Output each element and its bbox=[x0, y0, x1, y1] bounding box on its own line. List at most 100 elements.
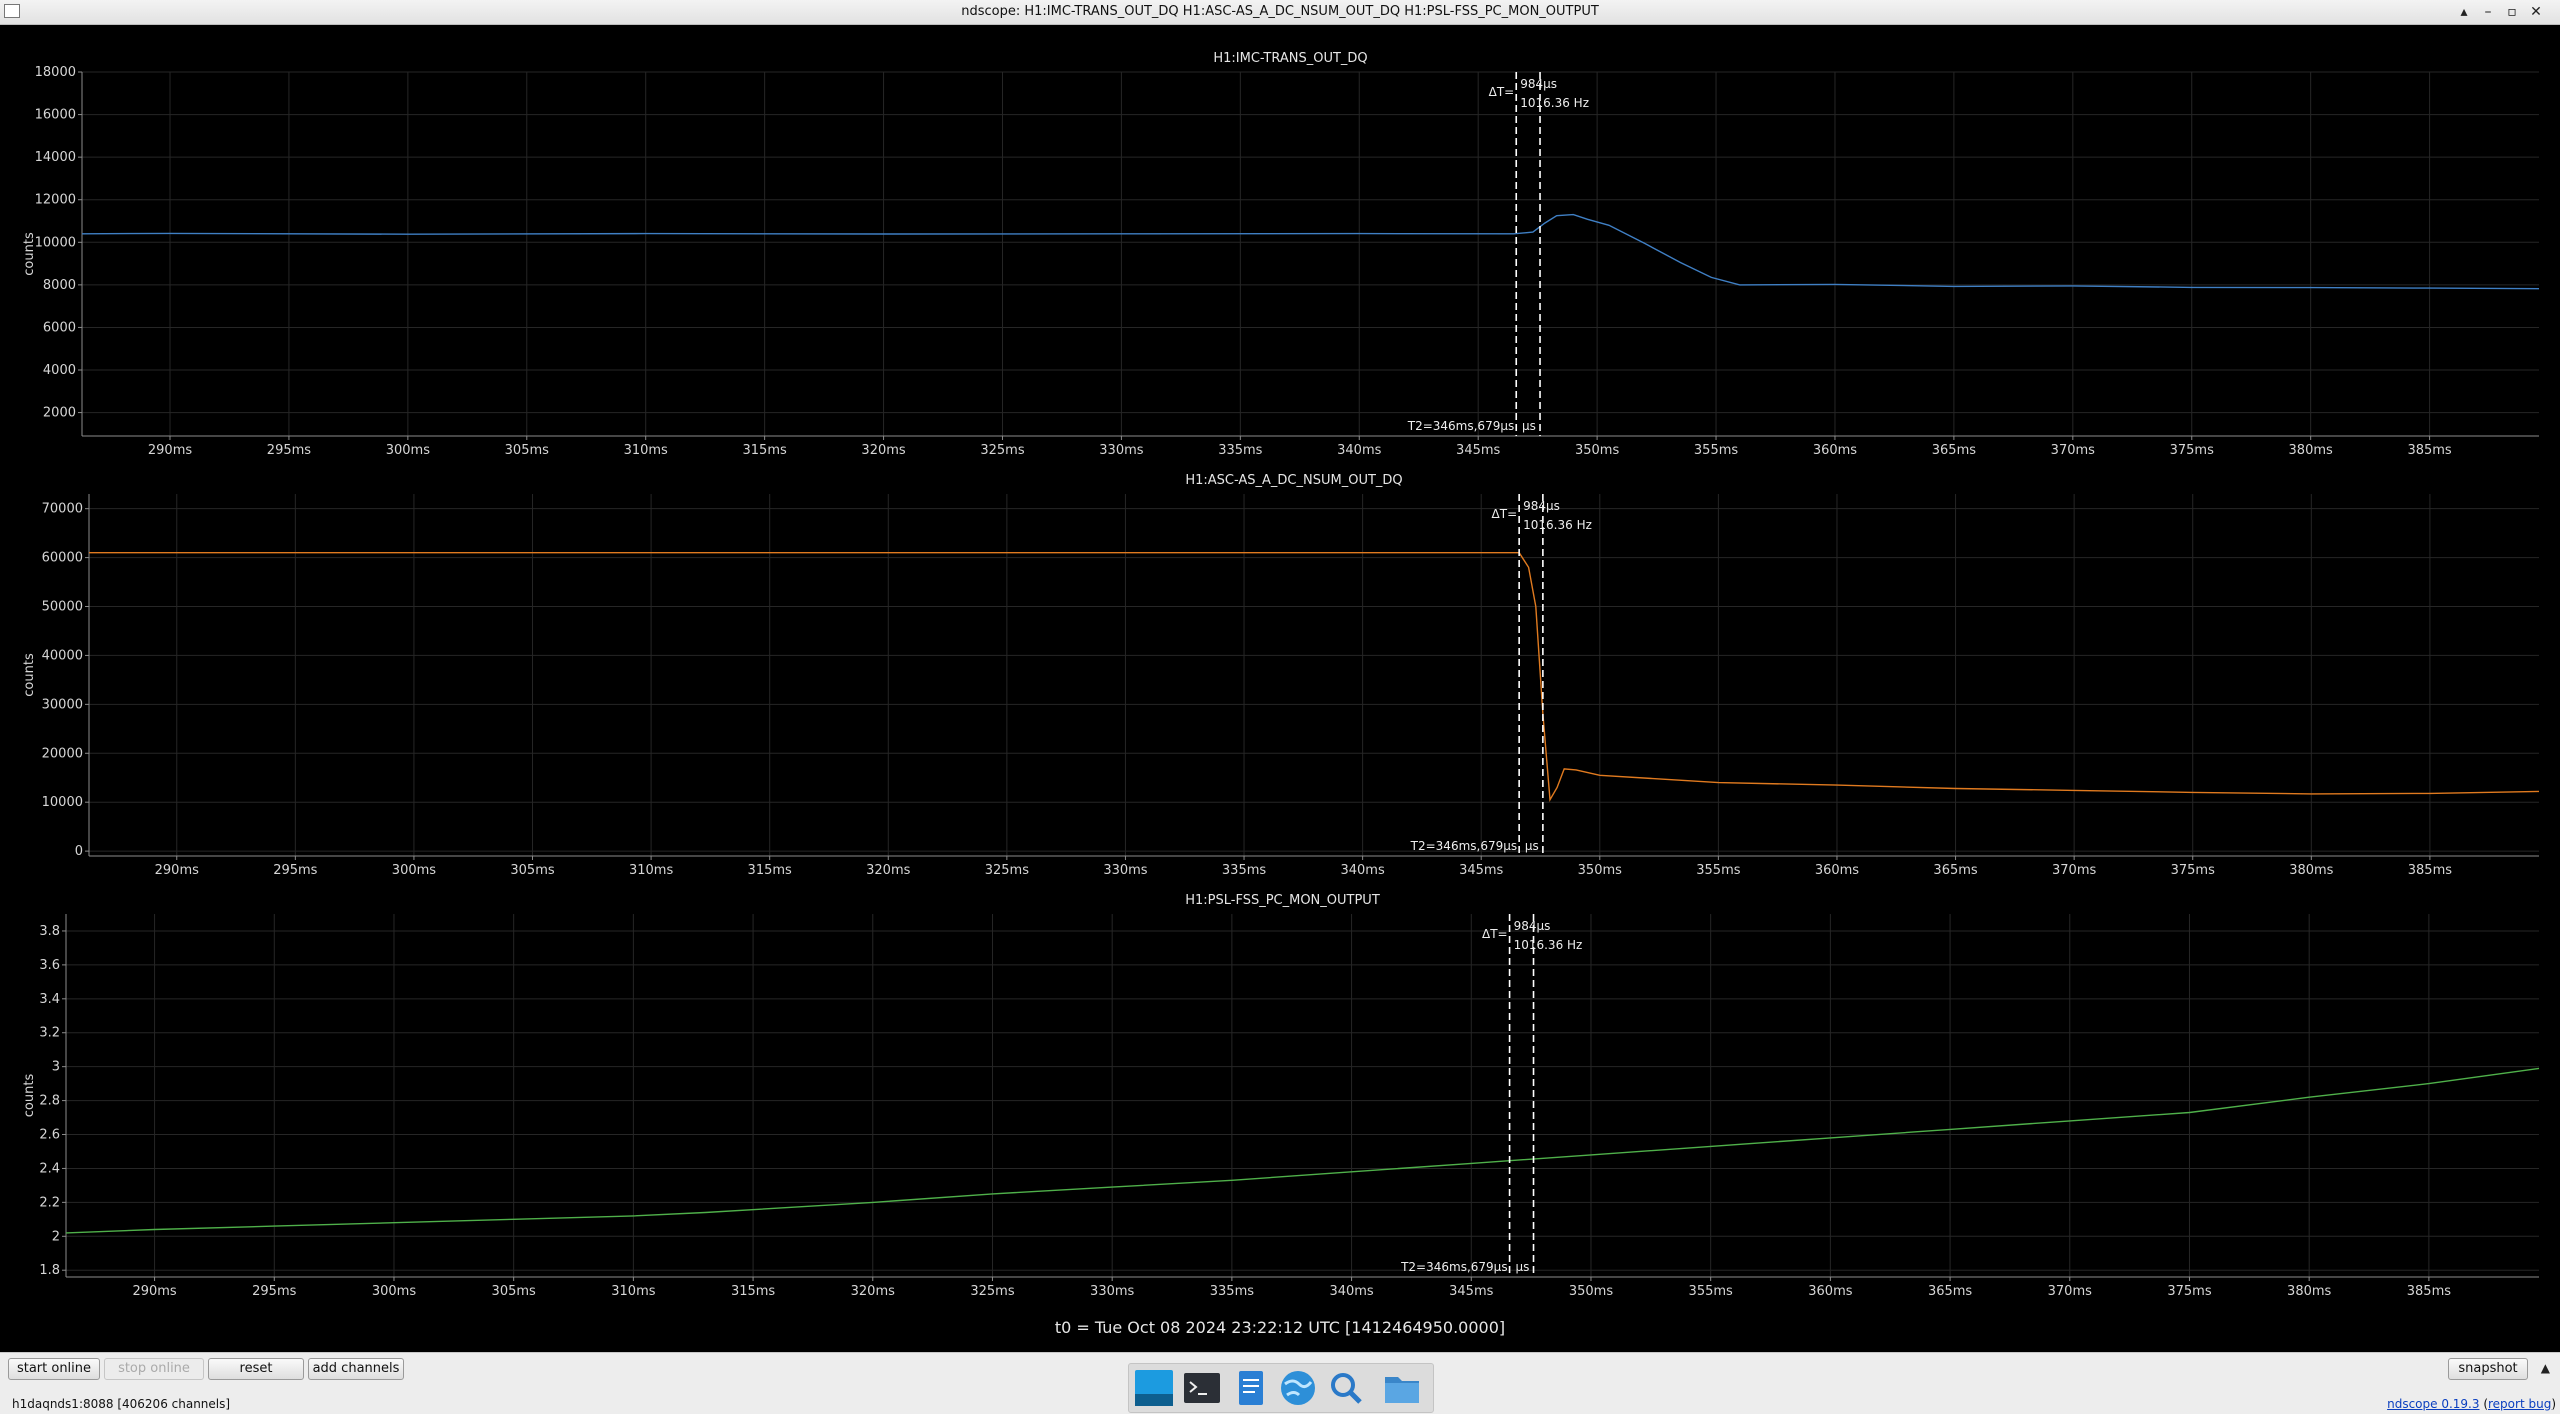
y-tick-label: 4000 bbox=[43, 363, 76, 378]
window-titlebar: ndscope: H1:IMC-TRANS_OUT_DQ H1:ASC-AS_A… bbox=[0, 0, 2560, 25]
x-tick-label: 350ms bbox=[1575, 443, 1619, 458]
stop-online-button[interactable]: stop online bbox=[104, 1358, 204, 1380]
x-tick-label: 300ms bbox=[392, 863, 436, 878]
desktop-icon[interactable] bbox=[1133, 1368, 1175, 1408]
x-tick-label: 295ms bbox=[252, 1284, 296, 1299]
t0-label: t0 = Tue Oct 08 2024 23:22:12 UTC [14124… bbox=[1054, 1318, 1506, 1337]
x-tick-label: 290ms bbox=[132, 1284, 176, 1299]
x-tick-label: 355ms bbox=[1696, 863, 1740, 878]
x-tick-label: 355ms bbox=[1689, 1284, 1733, 1299]
t2-label: T2=346ms,679μs bbox=[1400, 1260, 1507, 1274]
file-manager-icon[interactable] bbox=[1381, 1368, 1423, 1408]
x-tick-label: 345ms bbox=[1459, 863, 1503, 878]
x-tick-label: 360ms bbox=[1815, 863, 1859, 878]
t2-label: T2=346ms,679μs bbox=[1410, 839, 1517, 853]
y-tick-label: 2000 bbox=[43, 406, 76, 421]
reset-button[interactable]: reset bbox=[208, 1358, 304, 1380]
x-tick-label: 320ms bbox=[861, 443, 905, 458]
add-channels-button[interactable]: add channels bbox=[308, 1358, 404, 1380]
x-tick-label: 330ms bbox=[1103, 863, 1147, 878]
x-tick-label: 350ms bbox=[1578, 863, 1622, 878]
series-line bbox=[81, 213, 2540, 290]
series-line bbox=[65, 1067, 2540, 1234]
frequency-value: 1016.36 Hz bbox=[1520, 96, 1589, 110]
version-info: ndscope 0.19.3 (report bug) bbox=[2387, 1397, 2556, 1411]
x-tick-label: 365ms bbox=[1928, 1284, 1972, 1299]
y-axis-label: counts bbox=[22, 232, 37, 276]
x-tick-label: 330ms bbox=[1099, 443, 1143, 458]
x-tick-label: 380ms bbox=[2287, 1284, 2331, 1299]
y-tick-label: 10000 bbox=[42, 795, 83, 810]
window-title: ndscope: H1:IMC-TRANS_OUT_DQ H1:ASC-AS_A… bbox=[961, 4, 1599, 19]
y-tick-label: 10000 bbox=[35, 235, 76, 250]
expand-arrow-icon[interactable]: ▲ bbox=[2541, 1361, 2550, 1375]
x-tick-label: 315ms bbox=[748, 863, 792, 878]
x-tick-label: 365ms bbox=[1933, 863, 1977, 878]
web-browser-icon[interactable] bbox=[1277, 1368, 1319, 1408]
maximize-button[interactable]: ▫ bbox=[2502, 2, 2522, 22]
y-tick-label: 14000 bbox=[35, 150, 76, 165]
report-bug-link[interactable]: report bug bbox=[2488, 1397, 2551, 1411]
delta-t-label: ΔT= bbox=[1492, 507, 1518, 521]
t2-tail: μs bbox=[1522, 419, 1536, 433]
plot-area[interactable]: H1:IMC-TRANS_OUT_DQ 290ms 295ms 300ms 305ms 3… bbox=[0, 24, 2560, 1314]
taskbar bbox=[1128, 1363, 1434, 1413]
plot-title: H1:ASC-AS_A_DC_NSUM_OUT_DQ bbox=[1185, 473, 1402, 488]
x-tick-label: 385ms bbox=[2408, 863, 2452, 878]
x-tick-label: 315ms bbox=[731, 1284, 775, 1299]
y-tick-label: 70000 bbox=[42, 502, 83, 517]
frequency-value: 1016.36 Hz bbox=[1523, 518, 1592, 532]
x-tick-label: 305ms bbox=[510, 863, 554, 878]
terminal-icon[interactable] bbox=[1181, 1368, 1223, 1408]
y-tick-label: 12000 bbox=[35, 193, 76, 208]
start-online-button[interactable]: start online bbox=[8, 1358, 100, 1380]
x-tick-label: 305ms bbox=[505, 443, 549, 458]
frequency-value: 1016.36 Hz bbox=[1514, 938, 1583, 952]
t2-label: T2=346ms,679μs bbox=[1407, 419, 1514, 433]
x-tick-label: 375ms bbox=[2170, 443, 2214, 458]
y-axis-label: counts bbox=[22, 1074, 37, 1118]
x-tick-label: 380ms bbox=[2289, 863, 2333, 878]
x-tick-label: 300ms bbox=[386, 443, 430, 458]
search-icon[interactable] bbox=[1325, 1368, 1367, 1408]
x-tick-label: 375ms bbox=[2167, 1284, 2211, 1299]
x-tick-label: 350ms bbox=[1569, 1284, 1613, 1299]
x-tick-label: 310ms bbox=[624, 443, 668, 458]
x-tick-label: 375ms bbox=[2171, 863, 2215, 878]
x-tick-label: 355ms bbox=[1694, 443, 1738, 458]
y-tick-label: 2.6 bbox=[39, 1128, 60, 1143]
y-tick-label: 16000 bbox=[35, 108, 76, 123]
y-tick-label: 20000 bbox=[42, 746, 83, 761]
x-tick-label: 370ms bbox=[2051, 443, 2095, 458]
x-tick-label: 385ms bbox=[2407, 1284, 2451, 1299]
delta-t-value: 984μs bbox=[1514, 919, 1551, 933]
x-tick-label: 340ms bbox=[1340, 863, 1384, 878]
x-tick-label: 325ms bbox=[980, 443, 1024, 458]
minimize-button[interactable]: – bbox=[2478, 2, 2498, 22]
close-button[interactable]: ✕ bbox=[2526, 2, 2546, 22]
y-tick-label: 2.8 bbox=[39, 1094, 60, 1109]
y-tick-label: 2.4 bbox=[39, 1161, 60, 1176]
x-tick-label: 305ms bbox=[492, 1284, 536, 1299]
y-tick-label: 3.6 bbox=[39, 958, 60, 973]
x-tick-label: 290ms bbox=[155, 863, 199, 878]
keep-above-button[interactable]: ▴ bbox=[2454, 2, 2474, 22]
y-tick-label: 2 bbox=[52, 1229, 60, 1244]
snapshot-button[interactable]: snapshot bbox=[2448, 1358, 2528, 1380]
text-editor-icon[interactable] bbox=[1229, 1368, 1271, 1408]
delta-t-label: ΔT= bbox=[1489, 85, 1515, 99]
delta-t-label: ΔT= bbox=[1482, 927, 1508, 941]
x-tick-label: 290ms bbox=[148, 443, 192, 458]
x-tick-label: 360ms bbox=[1813, 443, 1857, 458]
y-tick-label: 2.2 bbox=[39, 1195, 60, 1210]
x-tick-label: 325ms bbox=[970, 1284, 1014, 1299]
t2-tail: μs bbox=[1516, 1260, 1530, 1274]
version-link[interactable]: ndscope 0.19.3 bbox=[2387, 1397, 2479, 1411]
x-tick-label: 315ms bbox=[743, 443, 787, 458]
t2-tail: μs bbox=[1525, 839, 1539, 853]
x-tick-label: 345ms bbox=[1456, 443, 1500, 458]
x-tick-label: 325ms bbox=[985, 863, 1029, 878]
x-tick-label: 365ms bbox=[1932, 443, 1976, 458]
x-tick-label: 385ms bbox=[2407, 443, 2451, 458]
y-tick-label: 0 bbox=[75, 844, 83, 859]
